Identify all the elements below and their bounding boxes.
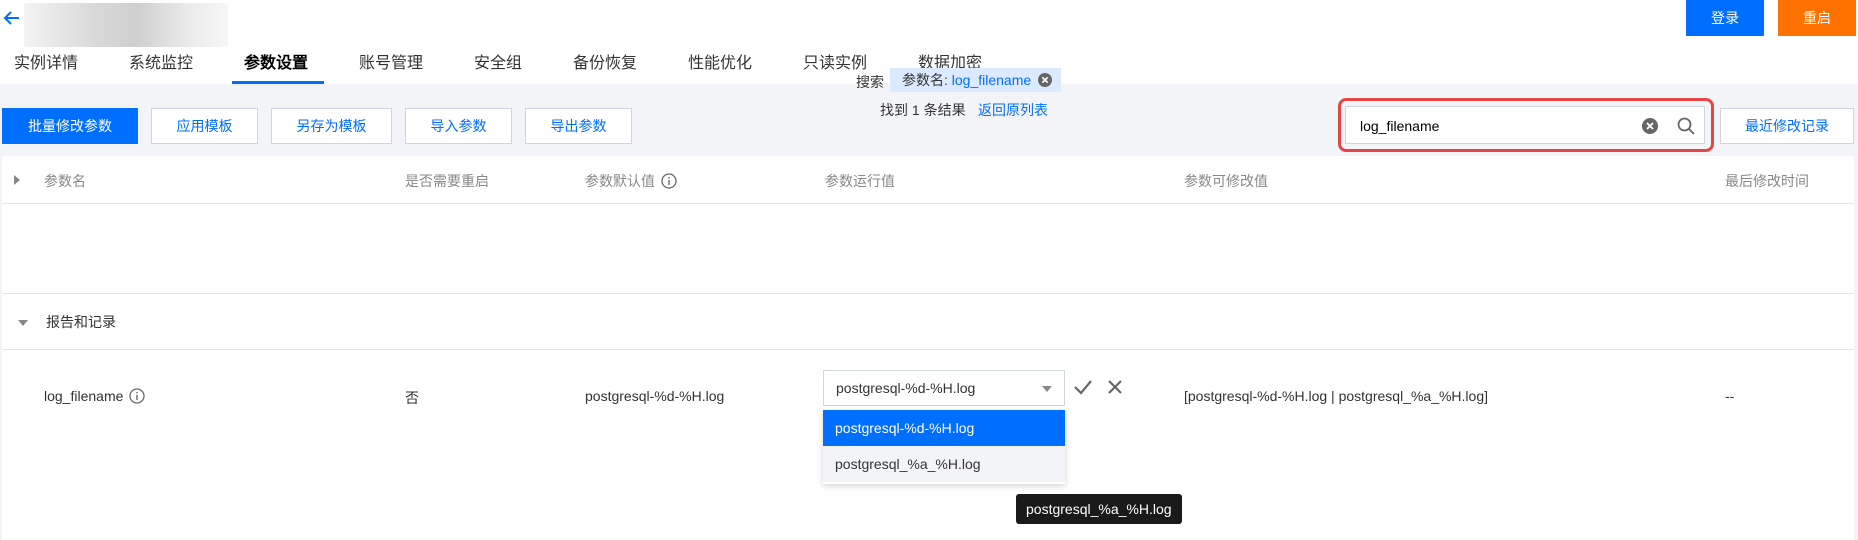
tooltip: postgresql_%a_%H.log [1016,494,1182,524]
clear-icon[interactable] [1641,117,1659,135]
save-as-template-button[interactable]: 另存为模板 [271,108,392,144]
tab-performance[interactable]: 性能优化 [688,54,752,84]
col-default-value-label: 参数默认值 [585,173,655,189]
select-value: postgresql-%d-%H.log [836,380,976,396]
search-box[interactable] [1345,106,1705,144]
export-params-button[interactable]: 导出参数 [525,108,632,144]
table-header: 参数名 是否需要重启 参数默认值 参数运行值 参数可修改值 最后修改时间 [2,156,1854,204]
close-icon[interactable] [1037,72,1053,88]
instance-title-redacted [24,3,228,47]
tab-security-group[interactable]: 安全组 [474,54,522,84]
search-filter-tag: 参数名: log_filename [890,68,1062,92]
running-value-select[interactable]: postgresql-%d-%H.log [823,370,1065,406]
filter-tag-value: log_filename [951,72,1032,88]
dropdown-option[interactable]: postgresql_%a_%H.log [823,446,1065,482]
top-bar: 登录 重启 [0,0,1858,48]
info-icon[interactable] [129,388,146,404]
apply-template-button[interactable]: 应用模板 [151,108,258,144]
filter-tag-key: 参数名: [902,72,948,88]
tab-backup-restore[interactable]: 备份恢复 [573,54,637,84]
col-param-name: 参数名 [44,173,86,189]
chevron-down-icon [1042,386,1052,392]
last-modified-value: -- [1725,388,1735,404]
tab-account-management[interactable]: 账号管理 [359,54,423,84]
import-params-button[interactable]: 导入参数 [405,108,512,144]
login-button[interactable]: 登录 [1686,0,1764,36]
search-summary [2,204,1854,294]
allowed-values: [postgresql-%d-%H.log | postgresql_%a_%H… [1184,388,1489,404]
expand-all-icon[interactable] [14,175,20,185]
group-label: 报告和记录 [46,314,116,330]
dropdown-menu: postgresql-%d-%H.log postgresql_%a_%H.lo… [823,410,1065,484]
search-result-count: 找到 1 条结果 [880,102,966,118]
col-needs-restart: 是否需要重启 [405,173,489,189]
col-last-modified: 最后修改时间 [1725,173,1809,189]
default-value: postgresql-%d-%H.log [585,388,725,404]
dropdown-option[interactable]: postgresql-%d-%H.log [823,410,1065,446]
close-icon[interactable] [1105,377,1125,397]
col-default-value: 参数默认值 [585,171,677,191]
search-icon[interactable] [1676,116,1696,136]
tab-instance-details[interactable]: 实例详情 [14,54,78,84]
search-input[interactable] [1360,116,1620,136]
batch-edit-button[interactable]: 批量修改参数 [2,108,138,144]
collapse-icon[interactable] [18,320,28,326]
needs-restart-value: 否 [405,390,419,406]
restart-button[interactable]: 重启 [1778,0,1856,36]
check-icon[interactable] [1072,376,1094,398]
tab-parameter-settings[interactable]: 参数设置 [244,54,308,84]
back-to-list-link[interactable]: 返回原列表 [978,100,1048,120]
info-icon[interactable] [661,173,677,189]
col-allowed-values: 参数可修改值 [1184,173,1268,189]
recent-changes-button[interactable]: 最近修改记录 [1720,108,1854,144]
tab-system-monitor[interactable]: 系统监控 [129,54,193,84]
search-label: 搜索 [856,74,884,90]
group-row[interactable]: 报告和记录 [2,294,1854,350]
param-name: log_filename [44,388,124,404]
col-running-value: 参数运行值 [825,173,895,189]
param-name-cell: log_filename [44,388,146,404]
arrow-left-icon[interactable] [2,8,22,28]
